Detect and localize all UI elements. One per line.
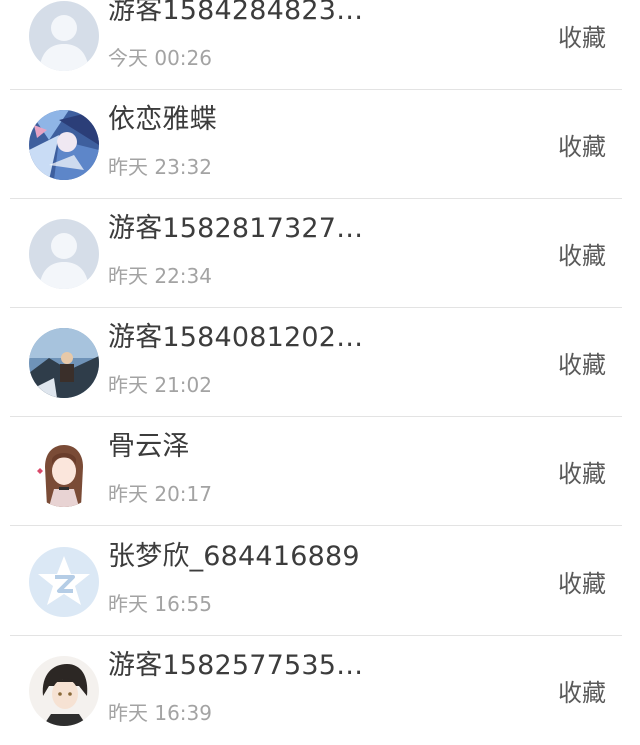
favorite-button[interactable]: 收藏	[558, 673, 606, 708]
anime-girl-avatar[interactable]	[29, 437, 99, 507]
qzone-star-avatar[interactable]	[29, 547, 99, 617]
qzone-star-icon	[29, 547, 99, 617]
list-item[interactable]: 游客1584081202… 昨天 21:02 收藏	[0, 309, 640, 417]
visit-time: 昨天 22:34	[108, 264, 212, 288]
list-item[interactable]: 游客1582817327… 昨天 22:34 收藏	[0, 200, 640, 308]
visitor-name: 游客1582577535…	[108, 650, 364, 681]
anime-boy-icon	[29, 656, 99, 726]
default-person-avatar[interactable]	[29, 219, 99, 289]
visitor-name: 游客1584081202…	[108, 322, 364, 353]
divider	[10, 635, 622, 636]
anime-art-avatar[interactable]	[29, 110, 99, 180]
person-icon	[29, 1, 99, 71]
visitor-list: 游客1584284823… 今天 00:26 收藏 依恋雅蝶 昨天 23:32 …	[0, 0, 640, 743]
visit-time: 昨天 16:39	[108, 701, 212, 725]
visitor-name: 张梦欣_684416889	[108, 541, 360, 572]
anime-art-icon	[29, 110, 99, 180]
divider	[10, 525, 622, 526]
visit-time: 今天 00:26	[108, 46, 212, 70]
photo-scene-icon	[29, 328, 99, 398]
favorite-button[interactable]: 收藏	[558, 564, 606, 599]
visit-time: 昨天 20:17	[108, 482, 212, 506]
list-item[interactable]: 骨云泽 昨天 20:17 收藏	[0, 418, 640, 526]
visitor-name: 游客1582817327…	[108, 213, 364, 244]
anime-boy-avatar[interactable]	[29, 656, 99, 726]
favorite-button[interactable]: 收藏	[558, 127, 606, 162]
favorite-button[interactable]: 收藏	[558, 18, 606, 53]
favorite-button[interactable]: 收藏	[558, 454, 606, 489]
visitor-name: 游客1584284823…	[108, 0, 364, 26]
divider	[10, 416, 622, 417]
divider	[10, 307, 622, 308]
visitor-name: 依恋雅蝶	[108, 104, 217, 135]
visit-time: 昨天 16:55	[108, 592, 212, 616]
list-item[interactable]: 张梦欣_684416889 昨天 16:55 收藏	[0, 528, 640, 636]
divider	[10, 198, 622, 199]
favorite-button[interactable]: 收藏	[558, 345, 606, 380]
divider	[10, 89, 622, 90]
anime-girl-icon	[29, 437, 99, 507]
visit-time: 昨天 21:02	[108, 373, 212, 397]
person-icon	[29, 219, 99, 289]
list-item[interactable]: 游客1584284823… 今天 00:26 收藏	[0, 0, 640, 90]
list-item[interactable]: 游客1582577535… 昨天 16:39 收藏	[0, 637, 640, 745]
visit-time: 昨天 23:32	[108, 155, 212, 179]
visitor-name: 骨云泽	[108, 431, 190, 462]
list-item[interactable]: 依恋雅蝶 昨天 23:32 收藏	[0, 91, 640, 199]
default-person-avatar[interactable]	[29, 1, 99, 71]
favorite-button[interactable]: 收藏	[558, 236, 606, 271]
photo-scene-avatar[interactable]	[29, 328, 99, 398]
